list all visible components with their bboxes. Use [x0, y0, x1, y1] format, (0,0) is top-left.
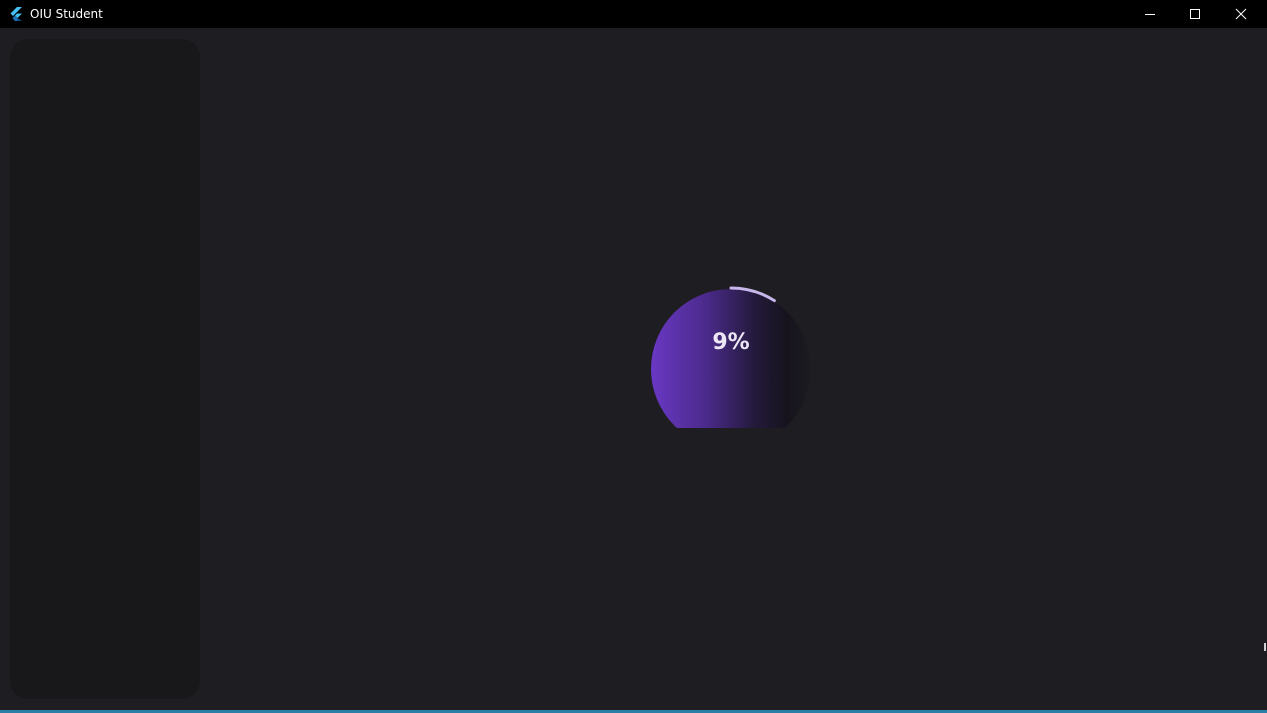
window-title: OIU Student	[30, 7, 103, 21]
flutter-logo-icon	[8, 6, 24, 22]
maximize-button[interactable]	[1172, 0, 1218, 28]
app-window: OIU Student 9%	[0, 0, 1267, 713]
sidebar-panel	[10, 39, 200, 699]
close-button[interactable]	[1218, 0, 1264, 28]
resize-grip[interactable]	[1264, 643, 1266, 651]
minimize-icon	[1144, 8, 1156, 20]
loader-circle	[651, 289, 811, 428]
maximize-icon	[1189, 8, 1201, 20]
title-bar[interactable]: OIU Student	[0, 0, 1267, 28]
minimize-button[interactable]	[1127, 0, 1173, 28]
close-icon	[1235, 8, 1247, 20]
main-content	[0, 28, 1267, 710]
progress-percentage: 9%	[712, 330, 750, 355]
